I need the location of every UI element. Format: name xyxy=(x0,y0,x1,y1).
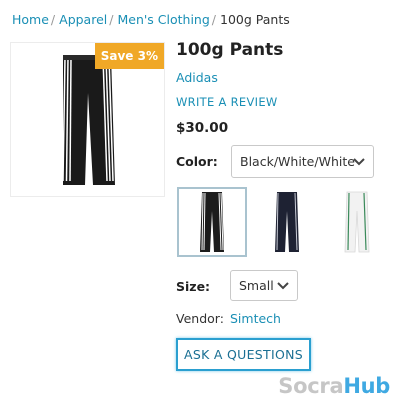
color-label: Color: xyxy=(176,154,218,169)
breadcrumb-separator: / xyxy=(211,12,217,27)
size-select-value: Small xyxy=(239,278,274,293)
breadcrumb-home[interactable]: Home xyxy=(12,12,49,27)
pants-thumbnail-image xyxy=(275,192,299,252)
chevron-down-icon xyxy=(353,157,365,165)
watermark-part-1: Socra xyxy=(278,374,344,398)
brand-link[interactable]: Adidas xyxy=(176,70,218,85)
socrahub-watermark: SocraHub xyxy=(278,374,390,398)
pants-thumbnail-image xyxy=(200,192,224,252)
size-select[interactable]: Small xyxy=(230,270,298,301)
breadcrumb-apparel[interactable]: Apparel xyxy=(59,12,107,27)
breadcrumb-current: 100g Pants xyxy=(220,12,290,27)
product-main-image[interactable]: Save 3% xyxy=(10,42,165,197)
breadcrumb: Home / Apparel / Men's Clothing/100g Pants xyxy=(12,12,290,27)
thumbnail-navy[interactable] xyxy=(252,187,322,257)
color-select-value: Black/White/White xyxy=(240,154,355,169)
product-title: 100g Pants xyxy=(176,40,284,60)
breadcrumb-mens-clothing[interactable]: Men's Clothing xyxy=(117,12,209,27)
breadcrumb-separator: / xyxy=(50,12,56,27)
pants-image xyxy=(62,55,115,185)
size-label: Size: xyxy=(176,279,211,294)
color-select[interactable]: Black/White/White xyxy=(231,145,374,178)
pants-thumbnail-image xyxy=(344,191,370,253)
thumbnail-white-green[interactable] xyxy=(322,187,392,257)
breadcrumb-separator: / xyxy=(109,12,114,27)
chevron-down-icon xyxy=(277,281,289,289)
watermark-part-2: Hub xyxy=(343,374,390,398)
product-price: $30.00 xyxy=(176,120,229,136)
vendor-link[interactable]: Simtech xyxy=(230,311,281,326)
save-badge: Save 3% xyxy=(94,43,164,69)
vendor-label: Vendor: xyxy=(176,311,224,326)
ask-question-button[interactable]: ASK A QUESTIONS xyxy=(176,338,311,371)
thumbnail-black-white-white[interactable] xyxy=(177,187,247,257)
write-review-link[interactable]: WRITE A REVIEW xyxy=(176,95,278,109)
